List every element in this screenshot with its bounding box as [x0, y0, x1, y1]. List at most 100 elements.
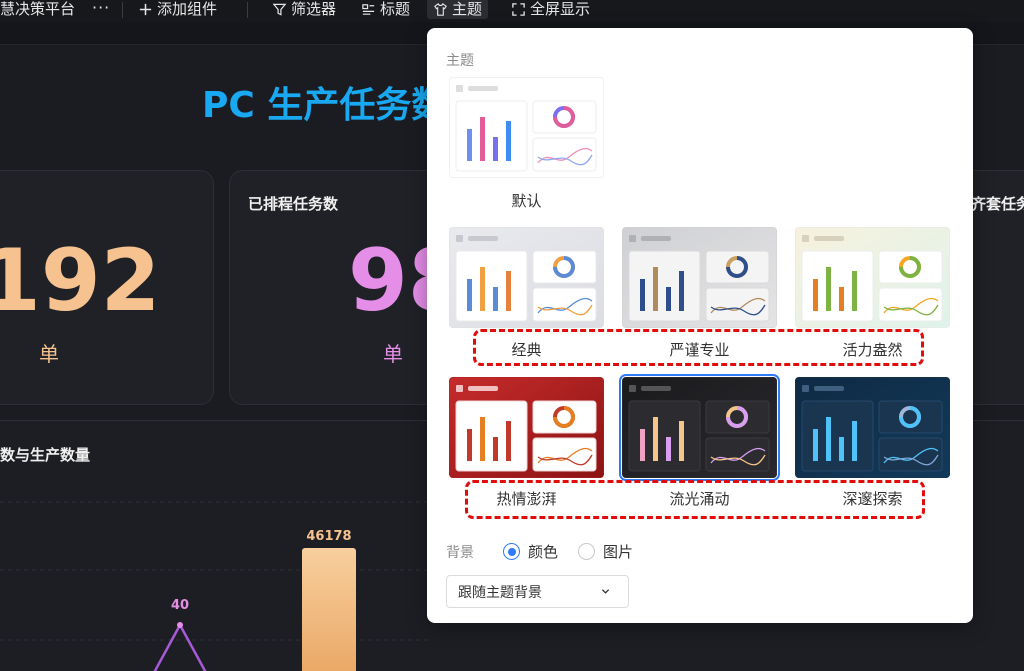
- theme-thumb-default[interactable]: [449, 77, 604, 178]
- plus-icon: [139, 3, 152, 15]
- preview-panel: [705, 287, 770, 322]
- theme-thumb-deep[interactable]: [795, 377, 950, 478]
- bar-chart: 46178 40: [0, 501, 430, 671]
- more-menu-button[interactable]: ···: [92, 0, 110, 17]
- fullscreen-button[interactable]: 全屏显示: [511, 0, 590, 18]
- preview-panel: [532, 287, 597, 322]
- theme-name-classic: 经典: [511, 341, 542, 359]
- preview-panel: [628, 250, 701, 322]
- theme-thumb-vibrant[interactable]: [795, 227, 950, 328]
- preview-panel: [455, 100, 528, 172]
- preview-bar: [493, 287, 498, 311]
- preview-bar: [826, 417, 831, 461]
- preview-logo-icon: [456, 85, 463, 92]
- toolbar-divider: [122, 2, 123, 18]
- theme-thumb-classic[interactable]: [449, 227, 604, 328]
- preview-bar: [506, 121, 511, 161]
- preview-bar: [679, 271, 684, 311]
- preview-panel: [705, 437, 770, 472]
- preview-bar: [480, 117, 485, 161]
- theme-thumb-passion[interactable]: [449, 377, 604, 478]
- preview-panel: [801, 250, 874, 322]
- kpi-card-total: 192 单: [0, 170, 214, 405]
- radio-dot: [578, 543, 595, 560]
- preview-bar: [480, 267, 485, 311]
- toolbar-divider: [247, 2, 248, 18]
- preview-panel: [532, 250, 597, 284]
- preview-logo-icon: [802, 385, 809, 392]
- shirt-icon: [434, 2, 447, 16]
- preview-bar: [653, 417, 658, 461]
- preview-panel: [628, 400, 701, 472]
- app-name: 慧决策平台: [0, 0, 76, 18]
- background-color-radio[interactable]: 颜色: [503, 541, 558, 562]
- preview-bar: [640, 279, 645, 311]
- preview-panel: [532, 137, 597, 172]
- preview-header: [641, 236, 671, 241]
- theme-thumb-flowlight[interactable]: [619, 374, 780, 481]
- theme-name-default: 默认: [511, 192, 542, 210]
- chevron-down-icon: [601, 589, 610, 594]
- preview-bar: [467, 129, 472, 161]
- preview-bar: [839, 287, 844, 311]
- theme-preview: [622, 377, 777, 478]
- preview-bar: [467, 279, 472, 311]
- theme-preview: [449, 377, 604, 478]
- preview-header: [814, 236, 844, 241]
- preview-bar: [826, 267, 831, 311]
- preview-bar: [493, 137, 498, 161]
- preview-panel: [455, 250, 528, 322]
- preview-header: [814, 386, 844, 391]
- theme-preview: [449, 77, 604, 178]
- title-button[interactable]: 标题: [361, 0, 410, 18]
- theme-label: 主题: [452, 0, 483, 18]
- preview-panel: [532, 437, 597, 472]
- theme-preview: [795, 227, 950, 328]
- theme-name-passion: 热情澎湃: [496, 490, 557, 508]
- theme-popover: 主题 默认 经典 严谨专业 活力盎然 热情澎湃 流光涌动 深邃探索 背景 颜色 …: [427, 28, 973, 623]
- kpi-label: 已排程任务数: [248, 195, 339, 213]
- theme-section-label: 主题: [446, 53, 474, 69]
- kpi-value: 192: [0, 231, 161, 331]
- preview-bar: [653, 267, 658, 311]
- fullscreen-icon: [512, 2, 525, 16]
- preview-logo-icon: [629, 235, 636, 242]
- add-widget-button[interactable]: 添加组件: [138, 0, 217, 18]
- add-widget-label: 添加组件: [157, 0, 218, 18]
- preview-bar: [666, 437, 671, 461]
- theme-name-professional: 严谨专业: [669, 341, 730, 359]
- preview-bar: [813, 279, 818, 311]
- theme-thumb-professional[interactable]: [622, 227, 777, 328]
- preview-bar: [640, 429, 645, 461]
- background-image-radio[interactable]: 图片: [578, 541, 633, 562]
- filter-button[interactable]: 筛选器: [272, 0, 336, 18]
- preview-bar: [813, 429, 818, 461]
- theme-name-vibrant: 活力盎然: [842, 341, 903, 359]
- preview-bar: [467, 429, 472, 461]
- line-mark: [153, 622, 207, 671]
- bar-mark: [302, 548, 356, 671]
- preview-logo-icon: [629, 385, 636, 392]
- radio-label: 图片: [603, 543, 634, 561]
- preview-bar: [666, 287, 671, 311]
- theme-name-deep: 深邃探索: [842, 490, 903, 508]
- filter-label: 筛选器: [291, 0, 337, 18]
- line-point: [177, 622, 183, 628]
- title-label: 标题: [380, 0, 411, 18]
- preview-panel: [801, 400, 874, 472]
- preview-panel: [532, 400, 597, 434]
- radio-label: 颜色: [528, 543, 559, 561]
- background-select[interactable]: 跟随主题背景: [446, 575, 629, 608]
- preview-panel: [878, 400, 943, 434]
- background-label: 背景: [446, 545, 474, 561]
- preview-bar: [480, 417, 485, 461]
- preview-logo-icon: [802, 235, 809, 242]
- select-value: 跟随主题背景: [458, 584, 542, 601]
- preview-header: [468, 236, 498, 241]
- preview-panel: [532, 100, 597, 134]
- preview-header: [468, 386, 498, 391]
- preview-bar: [493, 437, 498, 461]
- chart-title: 数与生产数量: [0, 446, 91, 464]
- theme-button[interactable]: 主题: [427, 0, 489, 19]
- radio-dot: [503, 543, 520, 560]
